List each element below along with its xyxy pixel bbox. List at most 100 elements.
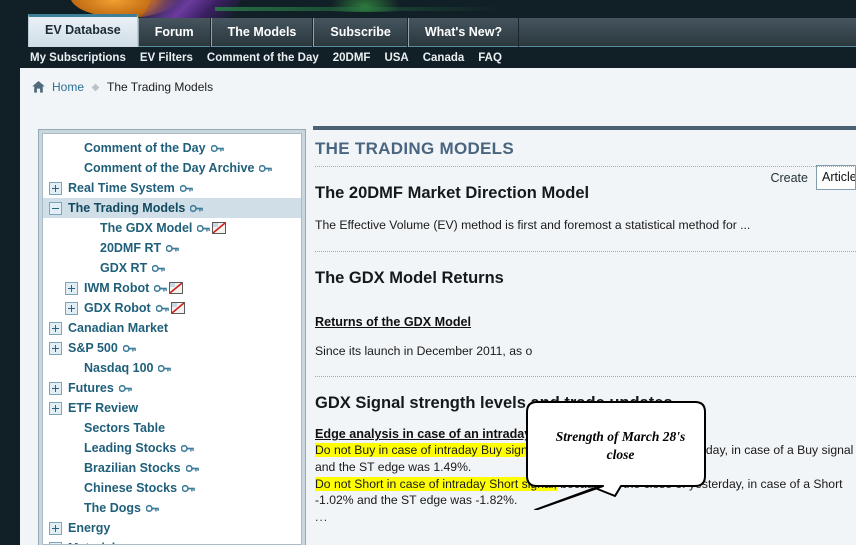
tree-item-the-dogs[interactable]: The Dogs xyxy=(43,498,301,518)
tree-item-materials[interactable]: Materials xyxy=(43,538,301,544)
tree-item-sectors-table[interactable]: Sectors Table xyxy=(43,418,301,438)
subnav-item-comment-of-the-day[interactable]: Comment of the Day xyxy=(207,52,319,64)
key-icon-wrap xyxy=(122,344,138,353)
expand-icon[interactable] xyxy=(49,541,62,544)
chart-icon xyxy=(170,302,185,314)
expand-icon[interactable] xyxy=(49,181,62,195)
edge-ellipsis: ... xyxy=(315,509,329,524)
highlight-do-not-short: Do not Short in case of intraday Short s… xyxy=(315,476,557,491)
tree-item-etf-review[interactable]: ETF Review xyxy=(43,398,301,418)
tree-item-s-p-500[interactable]: S&P 500 xyxy=(43,338,301,358)
tab-subscribe[interactable]: Subscribe xyxy=(313,18,408,47)
home-icon xyxy=(32,81,45,93)
tab-ev-database[interactable]: EV Database xyxy=(28,14,138,47)
chevron-separator-icon xyxy=(91,83,100,91)
collapse-icon[interactable] xyxy=(49,201,62,215)
tree-item-comment-of-the-day[interactable]: Comment of the Day xyxy=(43,138,301,158)
section-gdx-returns: The GDX Model Returns Returns of the GDX… xyxy=(313,269,856,361)
tree-item-label: The Trading Models xyxy=(68,201,186,215)
tree-item-label: The GDX Model xyxy=(100,221,193,235)
tab-the-models[interactable]: The Models xyxy=(210,18,314,47)
returns-of-gdx-model-link[interactable]: Returns of the GDX Model xyxy=(315,315,471,329)
key-icon-wrap xyxy=(197,224,212,233)
key-icon xyxy=(158,364,172,372)
section-body-20dmf: The Effective Volume (EV) method is firs… xyxy=(315,218,751,232)
subnav-item-usa[interactable]: USA xyxy=(384,52,408,64)
expand-icon[interactable] xyxy=(65,281,78,295)
key-icon-wrap xyxy=(118,384,134,393)
tree-item-label: GDX Robot xyxy=(84,301,151,315)
section-body-gdx-returns: Since its launch in December 2011, as o xyxy=(315,343,533,358)
tree-item-energy[interactable]: Energy xyxy=(43,518,301,538)
key-icon xyxy=(122,344,136,352)
subnav-item-20dmf[interactable]: 20DMF xyxy=(333,52,371,64)
key-icon xyxy=(190,204,204,212)
tree-item-futures[interactable]: Futures xyxy=(43,378,301,398)
expand-icon[interactable] xyxy=(49,381,62,395)
chart-icon xyxy=(212,222,227,234)
tab-list: EV Database Forum The Models Subscribe W… xyxy=(28,14,520,47)
primary-tab-bar: EV Database Forum The Models Subscribe W… xyxy=(0,14,856,47)
key-icon xyxy=(145,504,159,512)
tree-toggle-spacer xyxy=(65,502,78,515)
key-icon-wrap xyxy=(181,444,196,453)
tree-item-label: Real Time System xyxy=(68,181,175,195)
key-icon-wrap xyxy=(166,244,181,253)
key-icon xyxy=(210,144,224,152)
tab-forum[interactable]: Forum xyxy=(137,18,211,47)
banner-graphic-streak xyxy=(215,7,505,11)
tree-toggle-spacer xyxy=(81,242,94,255)
divider-3 xyxy=(315,376,856,378)
tab-label: Forum xyxy=(154,25,194,39)
tree-item-leading-stocks[interactable]: Leading Stocks xyxy=(43,438,301,458)
content-top-rule xyxy=(313,126,856,130)
section-heading-gdx-returns: The GDX Model Returns xyxy=(315,268,504,287)
key-icon xyxy=(181,444,195,452)
subnav-item-faq[interactable]: FAQ xyxy=(478,52,502,64)
key-icon xyxy=(166,244,179,252)
left-rail xyxy=(0,68,20,545)
tree-item-iwm-robot[interactable]: IWM Robot xyxy=(43,278,301,298)
expand-icon[interactable] xyxy=(49,321,62,335)
divider-1 xyxy=(315,166,856,167)
key-icon-wrap xyxy=(155,304,171,313)
tree-item-nasdaq-100[interactable]: Nasdaq 100 xyxy=(43,358,301,378)
subnav-item-my-subscriptions[interactable]: My Subscriptions xyxy=(30,52,126,64)
tree-item-brazilian-stocks[interactable]: Brazilian Stocks xyxy=(43,458,301,478)
section-20dmf: The 20DMF Market Direction Model The Eff… xyxy=(313,184,856,235)
tree-item-label: S&P 500 xyxy=(68,341,118,355)
tree-item-real-time-system[interactable]: Real Time System xyxy=(43,178,301,198)
expand-icon[interactable] xyxy=(49,341,62,355)
breadcrumb-home-link[interactable]: Home xyxy=(52,80,84,94)
subnav-item-ev-filters[interactable]: EV Filters xyxy=(140,52,193,64)
expand-icon[interactable] xyxy=(65,301,78,315)
expand-icon[interactable] xyxy=(49,521,62,535)
tree-item-the-gdx-model[interactable]: The GDX Model xyxy=(43,218,301,238)
subnav-item-canada[interactable]: Canada xyxy=(423,52,465,64)
key-icon-wrap xyxy=(210,144,226,153)
tree-toggle-spacer xyxy=(65,442,78,455)
tree-item-label: ETF Review xyxy=(68,401,139,415)
key-icon-wrap xyxy=(182,484,197,493)
page-title: THE TRADING MODELS xyxy=(315,139,515,158)
key-icon xyxy=(152,264,166,272)
key-icon-wrap xyxy=(259,164,274,173)
divider-2 xyxy=(315,250,856,252)
tree-item-the-trading-models[interactable]: The Trading Models xyxy=(43,198,301,218)
tab-label: EV Database xyxy=(45,23,121,37)
tree-item-canadian-market[interactable]: Canadian Market xyxy=(43,318,301,338)
expand-icon[interactable] xyxy=(49,401,62,415)
tree-item-label: The Dogs xyxy=(84,501,141,515)
tree-item-comment-of-the-day-archive[interactable]: Comment of the Day Archive xyxy=(43,158,301,178)
tab-whats-new[interactable]: What's New? xyxy=(407,18,520,47)
sidebar-scroll-area: Comment of the Day Comment of the Day Arc… xyxy=(42,133,302,545)
annotation-callout: Strength of March 28's close xyxy=(525,400,715,510)
tree-item-gdx-robot[interactable]: GDX Robot xyxy=(43,298,301,318)
tree-item-gdx-rt[interactable]: GDX RT xyxy=(43,258,301,278)
tree-toggle-spacer xyxy=(65,482,78,495)
tree-item-20dmf-rt[interactable]: 20DMF RT xyxy=(43,238,301,258)
sidebar-panel: Comment of the Day Comment of the Day Arc… xyxy=(38,129,306,545)
tree-item-chinese-stocks[interactable]: Chinese Stocks xyxy=(43,478,301,498)
key-icon xyxy=(179,184,193,192)
tree-item-label: Leading Stocks xyxy=(84,441,177,455)
